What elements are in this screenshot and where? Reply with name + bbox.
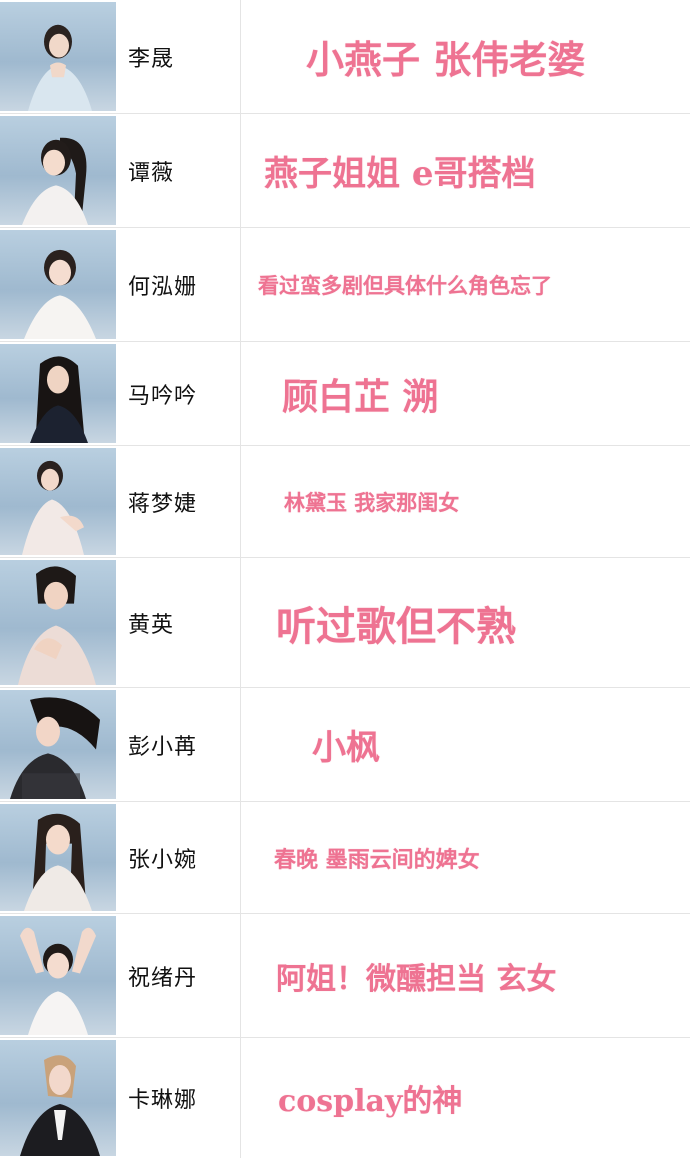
table-row: 张小婉 春晚 墨雨云间的婢女 (0, 802, 690, 914)
comment-text: 听过歌但不熟 (276, 602, 516, 650)
comment-text: 阿姐！微醺担当 玄女 (276, 961, 557, 997)
person-name: 李晟 (128, 46, 175, 72)
portrait-figure (22, 137, 88, 225)
person-name: 张小婉 (128, 847, 198, 873)
watermark (596, 1134, 676, 1154)
table-row: 卡琳娜 cosplay的神 (0, 1038, 690, 1158)
person-name: 马吟吟 (128, 383, 198, 409)
portrait-figure (28, 24, 92, 111)
portrait-photo (0, 560, 116, 685)
column-divider (240, 914, 241, 1037)
column-divider (240, 446, 241, 557)
table-row: 何泓姗 看过蛮多剧但具体什么角色忘了 (0, 228, 690, 342)
column-divider (240, 1038, 241, 1158)
table-row: 谭薇 燕子姐姐 e哥搭档 (0, 114, 690, 228)
portrait-photo (0, 1040, 116, 1156)
column-divider (240, 688, 241, 801)
person-name: 黄英 (128, 612, 175, 638)
person-name: 何泓姗 (128, 274, 198, 300)
column-divider (240, 228, 241, 341)
celebrity-table: 李晟 小燕子 张伟老婆 谭薇 燕子姐姐 e哥搭档 何泓姗 看过蛮多剧但具体什么角… (0, 0, 690, 1164)
table-row: 黄英 听过歌但不熟 (0, 558, 690, 688)
comment-text: 春晚 墨雨云间的婢女 (274, 846, 480, 873)
person-name: 卡琳娜 (128, 1088, 198, 1113)
portrait-photo (0, 344, 116, 443)
column-divider (240, 114, 241, 227)
portrait-figure (20, 1055, 100, 1156)
portrait-figure (10, 697, 100, 799)
portrait-figure (18, 566, 96, 685)
table-row: 李晟 小燕子 张伟老婆 (0, 0, 690, 114)
person-name: 祝绪丹 (128, 965, 198, 991)
comment-text: 小燕子 张伟老婆 (306, 37, 586, 82)
portrait-photo (0, 448, 116, 555)
portrait-photo (0, 804, 116, 911)
person-name: 蒋梦婕 (128, 491, 198, 517)
portrait-figure (24, 813, 92, 911)
portrait-figure (22, 460, 84, 555)
portrait-figure (30, 356, 88, 443)
column-divider (240, 342, 241, 445)
portrait-figure (20, 927, 96, 1035)
comment-text: 看过蛮多剧但具体什么角色忘了 (258, 272, 552, 298)
portrait-photo (0, 116, 116, 225)
column-divider (240, 558, 241, 687)
portrait-photo (0, 690, 116, 799)
person-name: 谭薇 (128, 160, 175, 186)
comment-text: 小枫 (312, 728, 380, 768)
portrait-figure (24, 249, 96, 339)
comment-text: 顾白芷 溯 (282, 375, 439, 418)
portrait-photo (0, 916, 116, 1035)
portrait-photo (0, 2, 116, 111)
table-row: 彭小苒 小枫 (0, 688, 690, 802)
person-name: 彭小苒 (128, 734, 198, 760)
table-row: 祝绪丹 阿姐！微醺担当 玄女 (0, 914, 690, 1038)
column-divider (240, 0, 241, 113)
column-divider (240, 802, 241, 913)
table-row: 马吟吟 顾白芷 溯 (0, 342, 690, 446)
comment-text: 燕子姐姐 e哥搭档 (264, 154, 536, 194)
table-row: 蒋梦婕 林黛玉 我家那闺女 (0, 446, 690, 558)
comment-text: 林黛玉 我家那闺女 (284, 489, 460, 515)
portrait-photo (0, 230, 116, 339)
